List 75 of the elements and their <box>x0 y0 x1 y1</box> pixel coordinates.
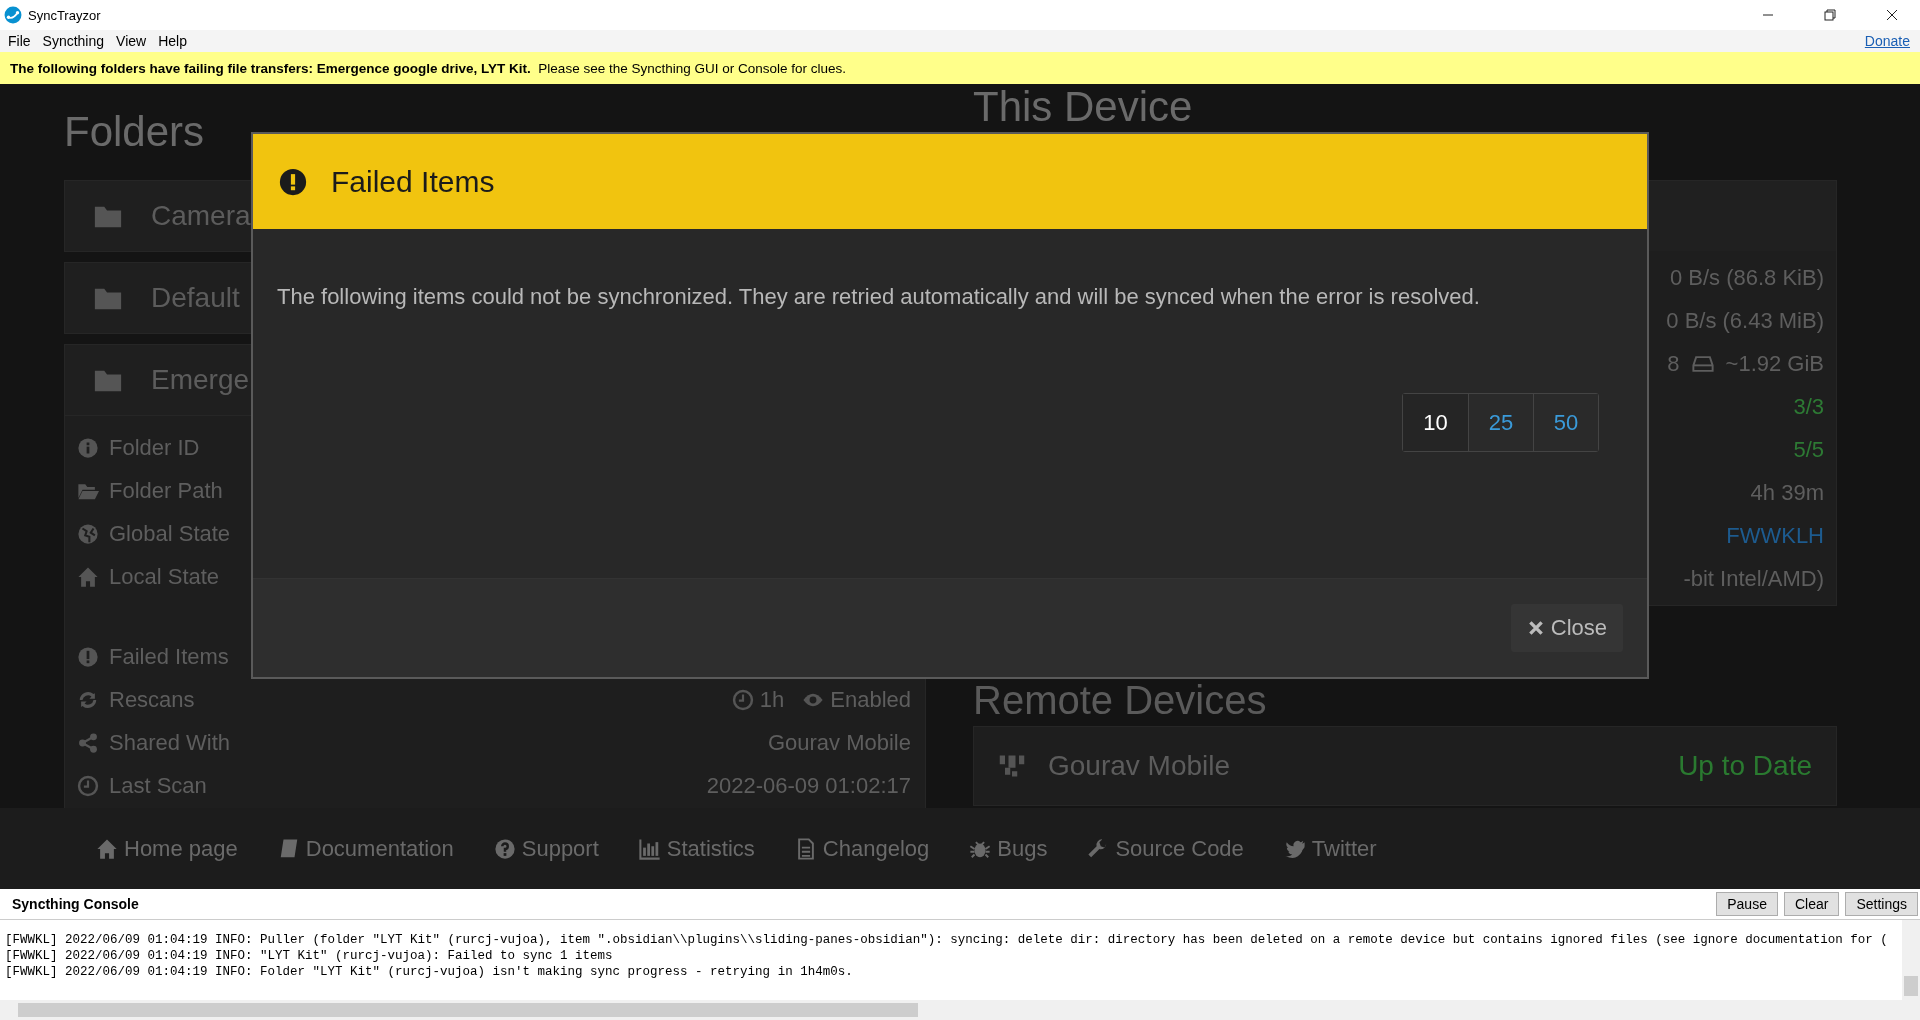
close-icon <box>1526 619 1545 637</box>
footer-link[interactable]: Statistics <box>638 835 755 862</box>
footer-link[interactable]: Home page <box>96 835 238 862</box>
device-value: 8 <box>1667 350 1680 377</box>
menu-item[interactable]: Help <box>152 33 193 49</box>
folder-name: Default <box>151 282 240 314</box>
console-button[interactable]: Settings <box>1845 892 1918 916</box>
remote-device-header[interactable]: Gourav Mobile Up to Date <box>973 726 1837 806</box>
console-button[interactable]: Clear <box>1783 892 1840 916</box>
window-title: SyncTrayzor <box>28 7 101 23</box>
device-name: Gourav Mobile <box>1048 750 1231 782</box>
footer-link[interactable]: Bugs <box>969 835 1048 862</box>
home-icon <box>77 565 99 588</box>
detail-value: Gourav Mobile <box>767 729 911 756</box>
detail-label: Local State <box>109 563 220 590</box>
section-heading: This Device <box>973 84 1194 132</box>
device-value: ~1.92 GiB <box>1725 350 1824 377</box>
console-title: Syncthing Console <box>12 896 139 912</box>
exclamation-icon <box>279 167 307 196</box>
device-value: 0 B/s (6.43 MiB) <box>1666 307 1824 334</box>
bar-chart-icon <box>638 837 661 860</box>
menu-item[interactable]: View <box>110 33 153 49</box>
device-status: Up to Date <box>1678 750 1812 782</box>
console-button[interactable]: Pause <box>1716 892 1778 916</box>
close-icon[interactable] <box>1884 7 1900 23</box>
device-value: 4h 39m <box>1750 479 1824 506</box>
footer-link[interactable]: Source Code <box>1087 835 1244 862</box>
section-heading: Folders <box>64 107 206 157</box>
log-line: [FWWKL] 2022/06/09 01:04:19 INFO: Folder "LYT Kit" (rurcj-vujoa) isn't making sync progress - retrying in 1h4m0s. <box>5 964 854 980</box>
close-button[interactable]: Close <box>1510 604 1623 652</box>
folder-name: Emerge <box>151 364 250 396</box>
detail-label: Global State <box>109 520 231 547</box>
detail-value: 1h <box>759 686 785 713</box>
warning-banner: The following folders have failing file transfers: Emergence google drive, LYT Kit. Please see the Syncthing GUI or Console for clues. <box>0 52 1920 84</box>
device-value: 3/3 <box>1793 393 1824 420</box>
restore-icon[interactable] <box>1822 7 1838 23</box>
share-icon <box>77 731 99 754</box>
vertical-scrollbar[interactable] <box>1902 920 1920 1000</box>
app-logo-icon <box>4 6 22 24</box>
donate-link[interactable]: Donate <box>1864 33 1918 49</box>
detail-value: Enabled <box>830 686 911 713</box>
detail-value: 2022-06-09 01:02:17 <box>706 772 911 799</box>
footer-link[interactable]: Support <box>493 835 599 862</box>
log-line: [FWWKL] 2022/06/09 01:04:19 INFO: "LYT Kit" (rurcj-vujoa): Failed to sync 1 items <box>5 948 614 964</box>
detail-label: Failed Items <box>109 643 229 670</box>
detail-label: Rescans <box>109 686 195 713</box>
menu-item[interactable]: File <box>2 33 37 49</box>
home-icon <box>96 837 118 860</box>
folder-name: Camera <box>151 200 251 232</box>
exclamation-icon <box>77 645 99 668</box>
device-value: 5/5 <box>1793 436 1824 463</box>
question-icon <box>493 837 516 860</box>
clock-icon <box>77 774 99 797</box>
page-size-button[interactable]: 50 <box>1533 394 1598 451</box>
dialog-title: Failed Items <box>331 164 495 199</box>
footer-link[interactable]: Twitter <box>1283 835 1377 862</box>
section-heading: Remote Devices <box>973 678 1267 722</box>
scroll-thumb[interactable] <box>18 1003 918 1017</box>
device-value: -bit Intel/AMD) <box>1683 565 1824 592</box>
log-line: [FWWKL] 2022/06/09 01:04:19 INFO: Puller (folder "LYT Kit" (rurcj-vujoa), item ".obsidian\\plugins\\sliding-panes-obsidian"): syncing: delete dir: directory has been deleted on a remote device but contains ignored files (see ignore documentation for ( <box>5 932 1889 948</box>
dialog-message: The following items could not be synchronized. They are retried automatically and will be synced when the error is resolved. <box>277 283 1481 311</box>
menu-item[interactable]: Syncthing <box>36 33 111 49</box>
device-id-link[interactable]: FWWKLH <box>1726 522 1824 549</box>
device-value: 0 B/s (86.8 KiB) <box>1669 264 1824 291</box>
detail-label: Folder ID <box>109 434 200 461</box>
detail-label: Shared With <box>109 729 231 756</box>
detail-label: Last Scan <box>109 772 207 799</box>
footer-link[interactable]: Documentation <box>277 835 454 862</box>
clock-icon <box>731 688 754 711</box>
horizontal-scrollbar[interactable] <box>0 1000 1920 1020</box>
globe-icon <box>77 522 99 545</box>
scroll-thumb[interactable] <box>1904 976 1918 996</box>
detail-label: Folder Path <box>109 477 223 504</box>
footer-link[interactable]: Changelog <box>794 835 930 862</box>
info-icon <box>77 436 99 459</box>
